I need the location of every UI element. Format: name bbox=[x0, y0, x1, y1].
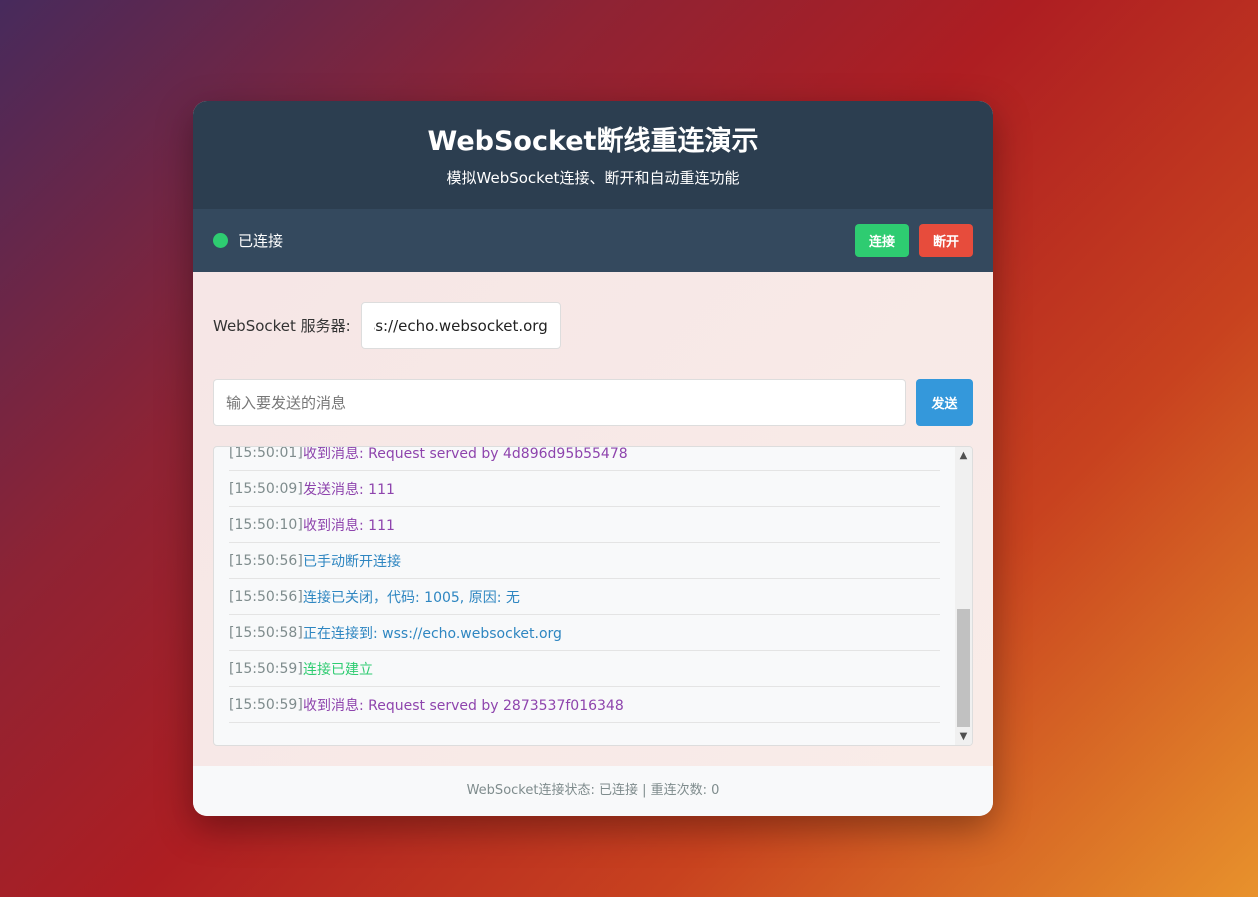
connection-status-bar: 已连接 连接 断开 bbox=[193, 209, 993, 272]
log-entry-time: [15:50:09] bbox=[229, 480, 303, 497]
server-label: WebSocket 服务器: bbox=[213, 317, 351, 335]
log-entry: [15:50:10] 收到消息: 111 bbox=[229, 507, 940, 543]
log-entry-text: 连接已关闭，代码: 1005, 原因: 无 bbox=[303, 589, 520, 606]
message-row: 发送 bbox=[213, 379, 973, 426]
log-entry-text: 发送消息: 111 bbox=[303, 481, 395, 498]
message-log[interactable]: [15:50:01] 收到消息: Request served by 4d896d… bbox=[213, 446, 973, 746]
scroll-up-icon[interactable]: ▲ bbox=[955, 447, 972, 464]
log-entry: [15:50:56] 连接已关闭，代码: 1005, 原因: 无 bbox=[229, 579, 940, 615]
log-entry: [15:50:01] 收到消息: Request served by 4d896d… bbox=[229, 446, 940, 471]
log-entry-text: 连接已建立 bbox=[303, 661, 373, 678]
log-entry: [15:50:09] 发送消息: 111 bbox=[229, 471, 940, 507]
status-footer: WebSocket连接状态: 已连接 | 重连次数: 0 bbox=[193, 766, 993, 816]
log-entry: [15:50:56] 已手动断开连接 bbox=[229, 543, 940, 579]
server-url-input[interactable] bbox=[360, 302, 561, 349]
log-entry: [15:50:59] 收到消息: Request served by 287353… bbox=[229, 687, 940, 723]
log-entry-text: 已手动断开连接 bbox=[303, 553, 401, 570]
status-indicator-icon bbox=[213, 233, 228, 248]
app-header: WebSocket断线重连演示 模拟WebSocket连接、断开和自动重连功能 bbox=[193, 101, 993, 209]
log-entry-text: 收到消息: 111 bbox=[303, 517, 395, 534]
log-entry: [15:50:58] 正在连接到: wss://echo.websocket.or… bbox=[229, 615, 940, 651]
log-entry-text: 收到消息: Request served by 4d896d95b55478 bbox=[303, 446, 628, 462]
page-subtitle: 模拟WebSocket连接、断开和自动重连功能 bbox=[446, 169, 740, 187]
log-entry: [15:50:59] 连接已建立 bbox=[229, 651, 940, 687]
main-panel: WebSocket 服务器: 发送 [15:50:01]收到消息: Reques… bbox=[193, 272, 993, 766]
log-entry-time: [15:50:58] bbox=[229, 624, 303, 641]
status-text: 已连接 bbox=[238, 232, 284, 250]
log-entry-text: 收到消息: Request served by 2873537f016348 bbox=[303, 697, 624, 714]
message-log-list: [15:50:01] 收到消息: Request served by 4d896d… bbox=[229, 446, 940, 723]
send-button[interactable]: 发送 bbox=[916, 379, 973, 426]
log-scrollbar[interactable]: ▲ ▼ bbox=[955, 447, 972, 745]
connect-button[interactable]: 连接 bbox=[854, 224, 909, 257]
server-row: WebSocket 服务器: bbox=[213, 302, 973, 349]
scroll-down-icon[interactable]: ▼ bbox=[955, 728, 972, 745]
log-entry-time: [15:50:59] bbox=[229, 696, 303, 713]
disconnect-button[interactable]: 断开 bbox=[918, 224, 973, 257]
message-input[interactable] bbox=[213, 379, 906, 426]
websocket-demo-card: WebSocket断线重连演示 模拟WebSocket连接、断开和自动重连功能 … bbox=[193, 101, 993, 816]
log-entry-text: 正在连接到: wss://echo.websocket.org bbox=[303, 625, 562, 642]
log-entry-time: [15:50:56] bbox=[229, 552, 303, 569]
log-entry-time: [15:50:59] bbox=[229, 660, 303, 677]
log-entry-time: [15:50:10] bbox=[229, 516, 303, 533]
log-entry-time: [15:50:01] bbox=[229, 446, 303, 461]
scroll-thumb[interactable] bbox=[957, 609, 970, 727]
page-title: WebSocket断线重连演示 bbox=[427, 126, 759, 157]
log-entry-time: [15:50:56] bbox=[229, 588, 303, 605]
